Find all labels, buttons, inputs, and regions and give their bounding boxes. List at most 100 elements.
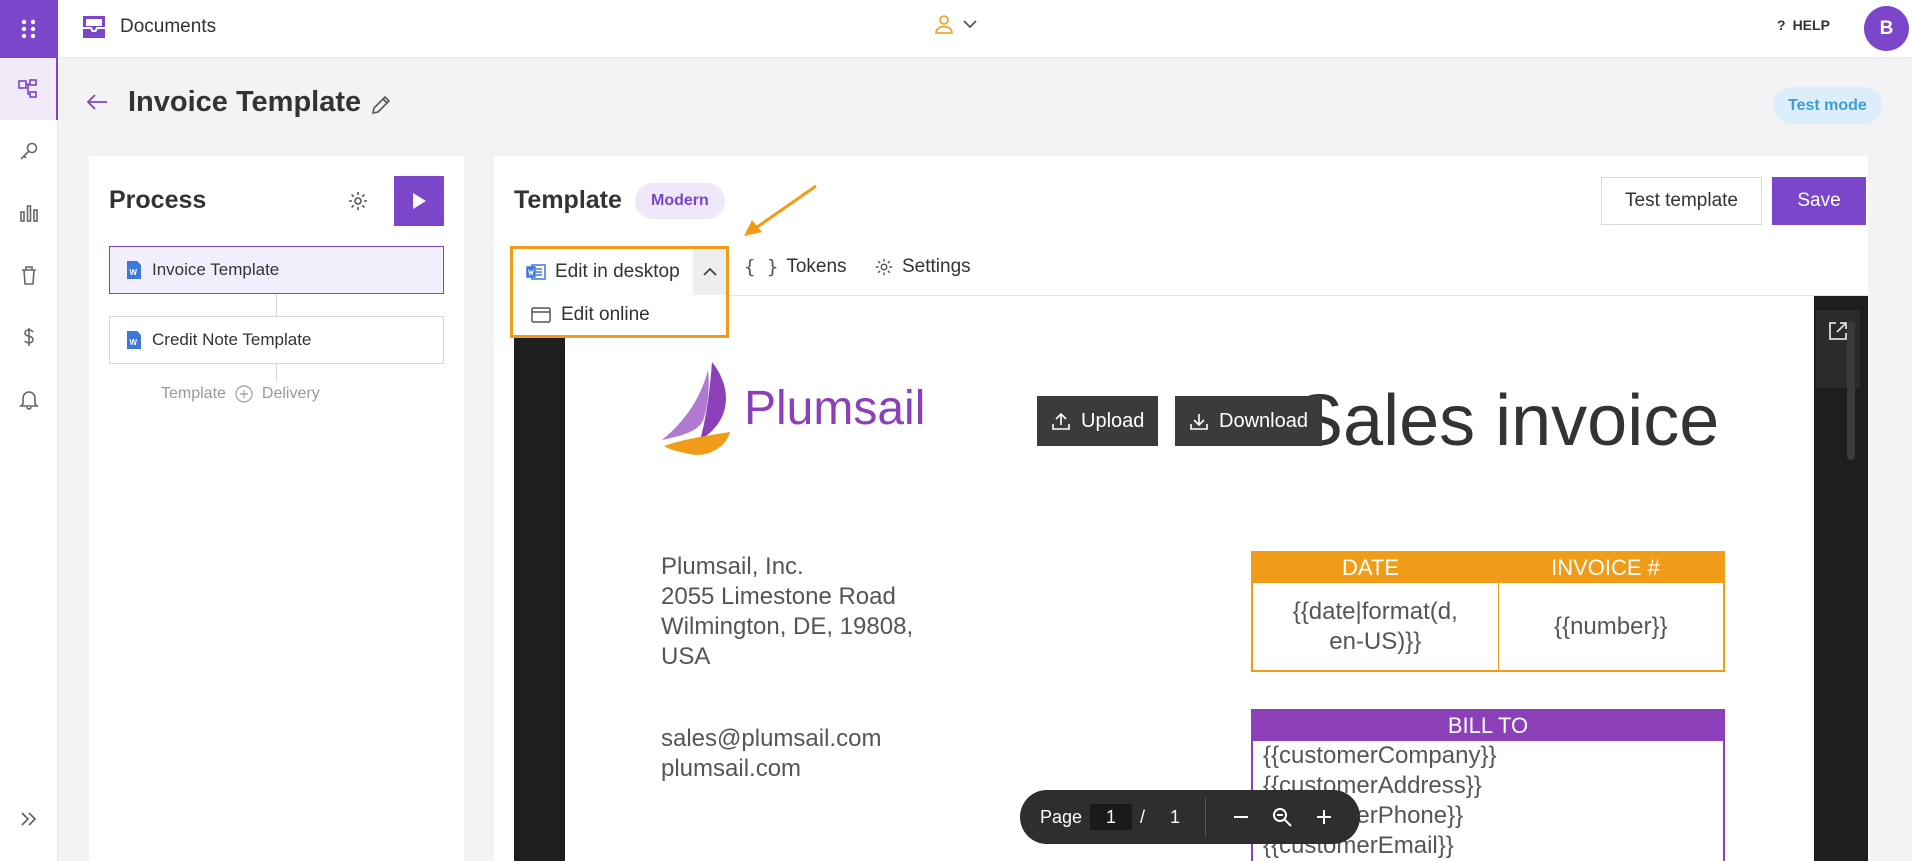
app-name: Documents	[120, 16, 217, 37]
app-brand[interactable]: Documents	[80, 14, 216, 40]
process-settings-gear-icon[interactable]	[347, 190, 369, 217]
process-footer: Template Delivery	[161, 384, 320, 404]
tab-tokens[interactable]: { } Tokens	[744, 256, 847, 278]
documents-app-icon	[83, 16, 105, 38]
download-icon	[1190, 414, 1208, 430]
svg-text:W: W	[130, 268, 138, 277]
pager-divider	[1205, 798, 1206, 836]
gear-icon	[875, 258, 893, 276]
chevron-up-icon[interactable]	[693, 249, 726, 295]
nav-key-icon[interactable]	[0, 120, 58, 182]
process-title: Process	[109, 186, 207, 214]
plumsail-logo: Plumsail	[660, 360, 925, 456]
browser-window-icon	[531, 307, 551, 323]
nav-trash-icon[interactable]	[0, 244, 58, 306]
save-button[interactable]: Save	[1772, 177, 1866, 225]
upload-button[interactable]: Upload	[1037, 396, 1159, 446]
process-item-invoice-template[interactable]: W Invoice Template	[109, 246, 444, 294]
expand-sidebar-icon[interactable]	[0, 788, 58, 850]
page-navigator: Page / 1	[1020, 790, 1360, 844]
nav-processes-icon[interactable]	[0, 58, 58, 120]
nav-notifications-icon[interactable]	[0, 368, 58, 430]
help-link[interactable]: ? HELP	[1777, 17, 1830, 33]
edit-title-pencil-icon[interactable]	[370, 94, 392, 121]
upload-icon	[1052, 412, 1070, 430]
plumsail-logo-icon	[662, 362, 730, 455]
template-panel: Template Modern Test template Save Edit …	[494, 156, 1868, 861]
address-line: Plumsail, Inc.	[661, 553, 804, 580]
avatar[interactable]: B	[1864, 6, 1909, 51]
invoice-number-header: INVOICE #	[1551, 555, 1660, 580]
date-header: DATE	[1341, 555, 1400, 580]
word-file-icon: W	[127, 331, 141, 349]
template-style-badge: Modern	[635, 183, 725, 219]
edit-in-desktop-label: Edit in desktop	[555, 261, 680, 282]
invoice-title: Sales invoice	[1295, 381, 1720, 461]
nav-analytics-icon[interactable]	[0, 182, 58, 244]
left-rail	[0, 0, 58, 861]
test-template-button[interactable]: Test template	[1601, 177, 1762, 225]
top-bar: Documents ? HELP B	[58, 0, 1912, 58]
process-item-credit-note-template[interactable]: W Credit Note Template	[109, 316, 444, 364]
zoom-search-icon[interactable]	[1268, 803, 1296, 831]
footer-template-label: Template	[161, 385, 226, 402]
annotation-arrow	[744, 184, 817, 236]
upload-label: Upload	[1081, 409, 1145, 432]
footer-delivery-label: Delivery	[261, 385, 320, 402]
play-icon	[413, 193, 426, 209]
bill-to-line: {{customerCompany}}	[1263, 742, 1497, 769]
edit-dropdown: Edit in desktop Edit online	[510, 246, 729, 338]
add-step-plus-icon[interactable]	[234, 384, 254, 404]
run-process-button[interactable]	[394, 176, 444, 226]
braces-icon: { }	[744, 256, 779, 278]
page-number-input[interactable]	[1090, 804, 1132, 830]
date-value-cell: {{date|format(d, en-US)}}	[1253, 583, 1499, 670]
user-icon	[935, 15, 953, 34]
logo-text: Plumsail	[744, 381, 926, 435]
document-page: Plumsail Upload Sales invoice Download P…	[565, 296, 1814, 861]
date-invoice-table: DATE INVOICE # {{date|format(d, en-US)}} …	[1251, 551, 1725, 672]
process-connector	[276, 364, 277, 382]
help-icon: ?	[1777, 17, 1786, 33]
address-line: Wilmington, DE, 19808,	[661, 613, 914, 640]
edit-online-label: Edit online	[561, 304, 650, 325]
tab-tokens-label: Tokens	[786, 256, 847, 277]
page-label: Page	[1040, 807, 1083, 827]
tab-settings[interactable]: Settings	[874, 256, 971, 278]
contact-email: sales@plumsail.com	[661, 725, 882, 752]
test-mode-badge[interactable]: Test mode	[1773, 87, 1882, 124]
process-panel: Process W Invoice Template W Credit Note…	[89, 156, 464, 861]
document-viewer[interactable]: Plumsail Upload Sales invoice Download P…	[514, 296, 1868, 861]
company-address: Plumsail, Inc. 2055 Limestone Road Wilmi…	[661, 552, 913, 672]
word-file-icon: W	[127, 261, 141, 279]
date-token-line: en-US)}}	[1329, 627, 1422, 655]
edit-in-desktop-button[interactable]: Edit in desktop	[513, 249, 693, 295]
address-line: USA	[661, 643, 711, 670]
date-token-line: {{date|format(d,	[1292, 597, 1458, 625]
template-title: Template	[514, 186, 622, 214]
company-contact: sales@plumsail.com plumsail.com	[661, 724, 881, 784]
download-button[interactable]: Download	[1175, 396, 1322, 446]
viewer-scrollbar[interactable]	[1847, 322, 1855, 460]
nav-billing-icon[interactable]	[0, 306, 58, 368]
account-menu[interactable]	[934, 14, 978, 34]
chevron-down-icon	[963, 20, 977, 29]
word-desktop-icon	[526, 264, 546, 280]
bill-to-header: BILL TO	[1253, 711, 1723, 741]
page-title: Invoice Template	[128, 86, 362, 118]
svg-text:W: W	[130, 338, 138, 347]
tab-settings-label: Settings	[902, 256, 971, 277]
edit-online-menu-item[interactable]: Edit online	[513, 295, 726, 335]
zoom-out-icon[interactable]	[1227, 803, 1255, 831]
process-item-label: Invoice Template	[152, 260, 280, 279]
page-total: 1	[1170, 807, 1181, 827]
page-separator: /	[1140, 807, 1146, 827]
process-item-label: Credit Note Template	[152, 330, 312, 349]
back-arrow-icon[interactable]	[86, 93, 108, 116]
date-table-body: {{date|format(d, en-US)}} {{number}}	[1253, 583, 1723, 670]
download-label: Download	[1219, 409, 1308, 432]
zoom-in-icon[interactable]	[1310, 803, 1338, 831]
date-table-header: DATE INVOICE #	[1253, 553, 1723, 583]
apps-grid-icon[interactable]	[0, 0, 58, 58]
address-line: 2055 Limestone Road	[661, 583, 896, 610]
